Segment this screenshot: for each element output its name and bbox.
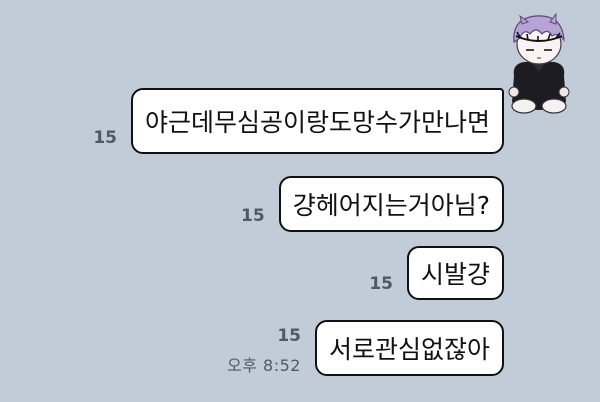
chat-area: 15 야근데무심공이랑도망수가만나면 15 걍헤어지는거아님? 15 시발걍 1…	[0, 0, 600, 402]
unread-count: 15	[277, 326, 301, 347]
message-time: 오후 8:52	[227, 356, 301, 375]
message-bubble[interactable]: 시발걍	[406, 246, 504, 300]
message-row: 15 오후 8:52 서로관심없잖아	[227, 320, 504, 376]
message-text: 시발걍	[420, 260, 490, 289]
message-text: 서로관심없잖아	[328, 335, 490, 364]
message-bubble[interactable]: 야근데무심공이랑도망수가만나면	[130, 88, 504, 154]
message-meta: 15	[369, 275, 393, 294]
message-row: 15 야근데무심공이랑도망수가만나면	[93, 88, 504, 154]
message-text: 걍헤어지는거아님?	[292, 191, 490, 220]
unread-count: 15	[93, 128, 117, 149]
unread-count: 15	[241, 206, 265, 227]
message-text: 야근데무심공이랑도망수가만나면	[144, 108, 490, 137]
message-row: 15 걍헤어지는거아님?	[241, 176, 504, 232]
message-meta: 15 오후 8:52	[227, 327, 301, 376]
sender-avatar[interactable]	[492, 6, 586, 116]
message-meta: 15	[93, 129, 117, 148]
unread-count: 15	[369, 274, 393, 295]
message-meta: 15	[241, 207, 265, 226]
avatar-illustration	[508, 12, 570, 114]
message-row: 15 시발걍	[369, 246, 504, 300]
message-bubble[interactable]: 걍헤어지는거아님?	[278, 176, 504, 232]
message-bubble[interactable]: 서로관심없잖아	[314, 320, 504, 376]
